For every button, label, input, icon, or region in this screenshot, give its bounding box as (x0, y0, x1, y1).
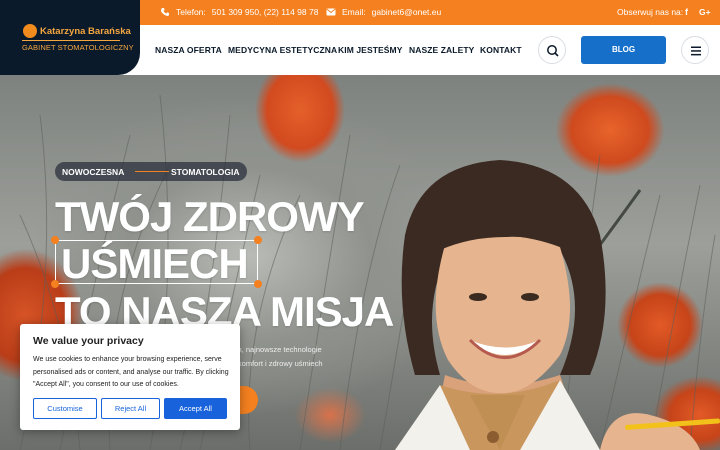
logo-divider (22, 40, 120, 41)
cookie-title: We value your privacy (33, 335, 144, 347)
logo-name: Katarzyna Barańska (40, 26, 131, 37)
nav-item-kim-jestesmy[interactable]: KIM JESTEŚMY (338, 45, 403, 55)
hero-description: ych, najnowsze technologie ój komfort i … (230, 343, 323, 371)
cookie-consent-dialog: We value your privacy We use cookies to … (20, 324, 240, 430)
hero-tagline: NOWOCZESNA STOMATOLOGIA (55, 162, 247, 181)
topbar-phone[interactable]: Telefon: 501 309 950, (22) 114 98 78 (160, 7, 318, 17)
menu-button[interactable] (681, 36, 709, 64)
email-label: Email: (342, 7, 366, 17)
nav-item-medycyna-estetyczna[interactable]: MEDYCYNA ESTETYCZNA (228, 45, 337, 55)
highlight-corner-dot (254, 236, 262, 244)
hero-headline-line-1: TWÓJ ZDROWY (55, 193, 365, 240)
tagline-left: NOWOCZESNA (62, 167, 125, 177)
facebook-icon[interactable]: f (685, 7, 688, 17)
phone-icon (161, 8, 169, 16)
nav-item-nasze-zalety[interactable]: NASZE ZALETY (409, 45, 474, 55)
blog-button[interactable]: BLOG (581, 36, 666, 64)
cookie-reject-all-button[interactable]: Reject All (101, 398, 160, 419)
hero-headline-line-2: UŚMIECH (61, 240, 249, 287)
highlight-corner-dot (254, 280, 262, 288)
follow-label: Obserwuj nas na: (617, 7, 684, 17)
top-contact-bar: Telefon: 501 309 950, (22) 114 98 78 Ema… (140, 0, 720, 25)
cookie-customise-button[interactable]: Customise (33, 398, 97, 419)
highlight-corner-dot (51, 280, 59, 288)
phone-label: Telefon: (176, 7, 206, 17)
hero-description-line-1: ych, najnowsze technologie (230, 345, 322, 354)
logo-tooth-icon (23, 24, 37, 38)
google-plus-icon[interactable]: G+ (699, 7, 711, 17)
topbar-email[interactable]: Email: gabinet6@onet.eu (326, 7, 441, 17)
search-button[interactable] (538, 36, 566, 64)
menu-icon (691, 46, 701, 56)
tagline-right: STOMATOLOGIA (171, 167, 240, 177)
site-logo[interactable]: Katarzyna Barańska GABINET STOMATOLOGICZ… (0, 0, 140, 75)
mail-icon (326, 8, 336, 16)
logo-subtitle: GABINET STOMATOLOGICZNY (22, 43, 134, 52)
cookie-text: We use cookies to enhance your browsing … (33, 356, 229, 388)
tagline-divider (135, 171, 169, 172)
email-value: gabinet6@onet.eu (371, 7, 442, 17)
highlight-corner-dot (51, 236, 59, 244)
nav-item-kontakt[interactable]: KONTAKT (480, 45, 522, 55)
search-icon (547, 45, 559, 57)
cookie-accept-all-button[interactable]: Accept All (164, 398, 227, 419)
hero-description-line-2: ój komfort i zdrowy uśmiech (230, 359, 323, 368)
nav-item-nasza-oferta[interactable]: NASZA OFERTA (155, 45, 222, 55)
phone-value: 501 309 950, (22) 114 98 78 (211, 7, 319, 17)
